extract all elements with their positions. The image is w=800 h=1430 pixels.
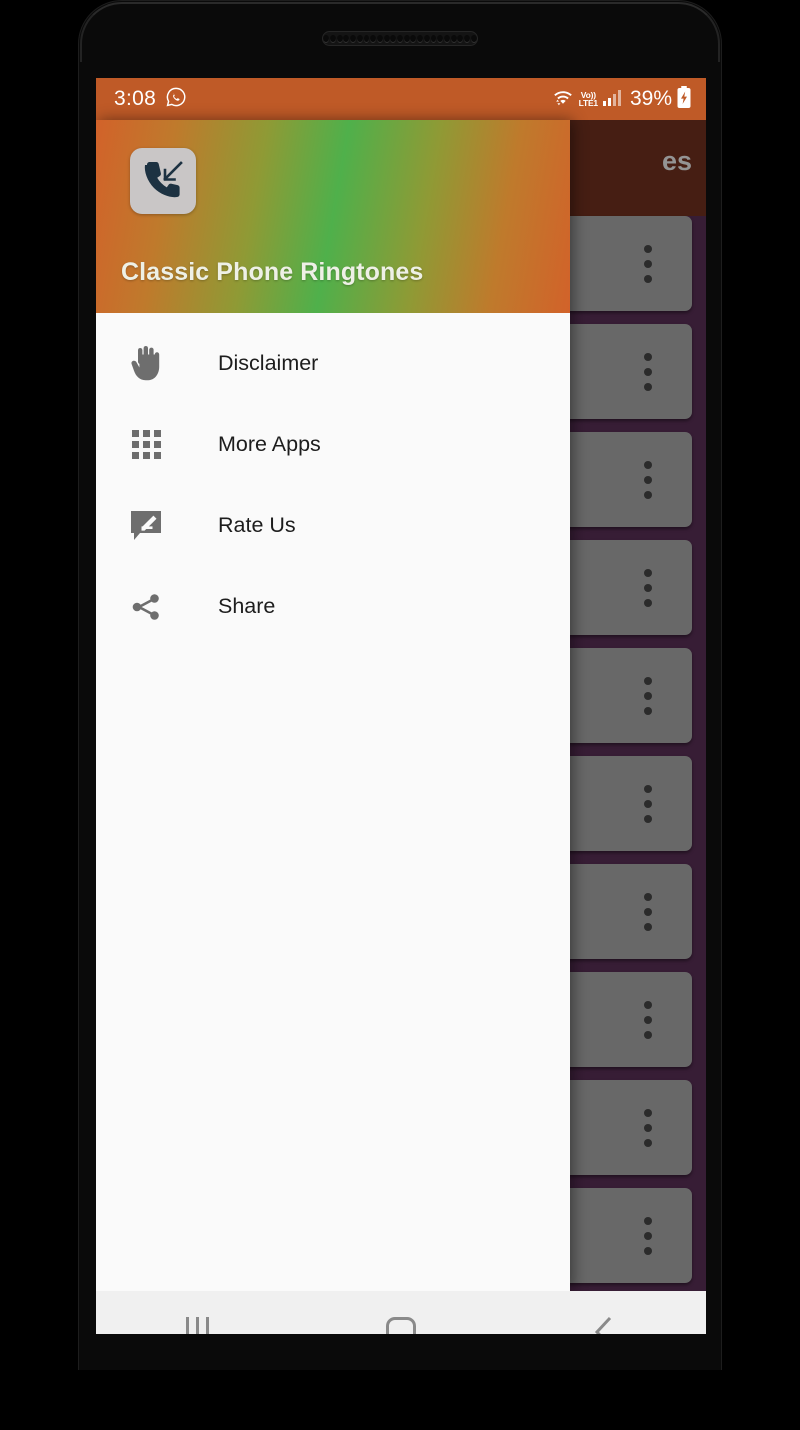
status-bar-left: 3:08 [114, 86, 187, 113]
drawer-item-label: Rate Us [218, 513, 296, 537]
speaker-grille-icon [322, 31, 478, 46]
navigation-drawer: Classic Phone Ringtones Disclaimer More … [96, 120, 570, 1291]
apps-grid-icon [120, 423, 172, 467]
home-icon [385, 1317, 416, 1334]
recents-icon [186, 1317, 210, 1334]
status-bar: 3:08 Vo)) LTE1 39% [96, 78, 706, 120]
system-navigation-bar [96, 1291, 706, 1334]
share-icon [120, 585, 172, 629]
drawer-item-more-apps[interactable]: More Apps [96, 404, 570, 485]
home-button[interactable] [299, 1291, 502, 1334]
drawer-item-label: Disclaimer [218, 351, 319, 375]
wifi-icon [551, 87, 575, 112]
drawer-item-label: More Apps [218, 432, 321, 456]
phone-device: 3:08 Vo)) LTE1 39% es Classic Phone Ring… [0, 0, 800, 1430]
drawer-app-title: Classic Phone Ringtones [121, 258, 424, 286]
status-time: 3:08 [114, 87, 157, 110]
phone-screen: 3:08 Vo)) LTE1 39% es Classic Phone Ring… [96, 78, 706, 1334]
drawer-header: Classic Phone Ringtones [96, 120, 570, 313]
battery-percentage: 39% [629, 87, 672, 110]
back-icon [590, 1314, 618, 1334]
hand-icon [120, 342, 172, 386]
incoming-call-icon [130, 148, 196, 214]
whatsapp-icon [165, 86, 187, 113]
recents-button[interactable] [96, 1291, 299, 1334]
signal-bars-icon [602, 87, 624, 112]
drawer-item-rate-us[interactable]: Rate Us [96, 485, 570, 566]
volte-indicator: Vo)) LTE1 [578, 89, 599, 108]
status-bar-right: Vo)) LTE1 39% [551, 85, 692, 114]
device-bottom-chin [78, 1370, 722, 1430]
drawer-item-share[interactable]: Share [96, 566, 570, 647]
battery-charging-icon [676, 85, 692, 114]
drawer-menu-list: Disclaimer More Apps Rate Us Share [96, 313, 570, 647]
drawer-item-disclaimer[interactable]: Disclaimer [96, 323, 570, 404]
back-button[interactable] [503, 1291, 706, 1334]
drawer-item-label: Share [218, 594, 276, 618]
rate-review-icon [120, 504, 172, 548]
